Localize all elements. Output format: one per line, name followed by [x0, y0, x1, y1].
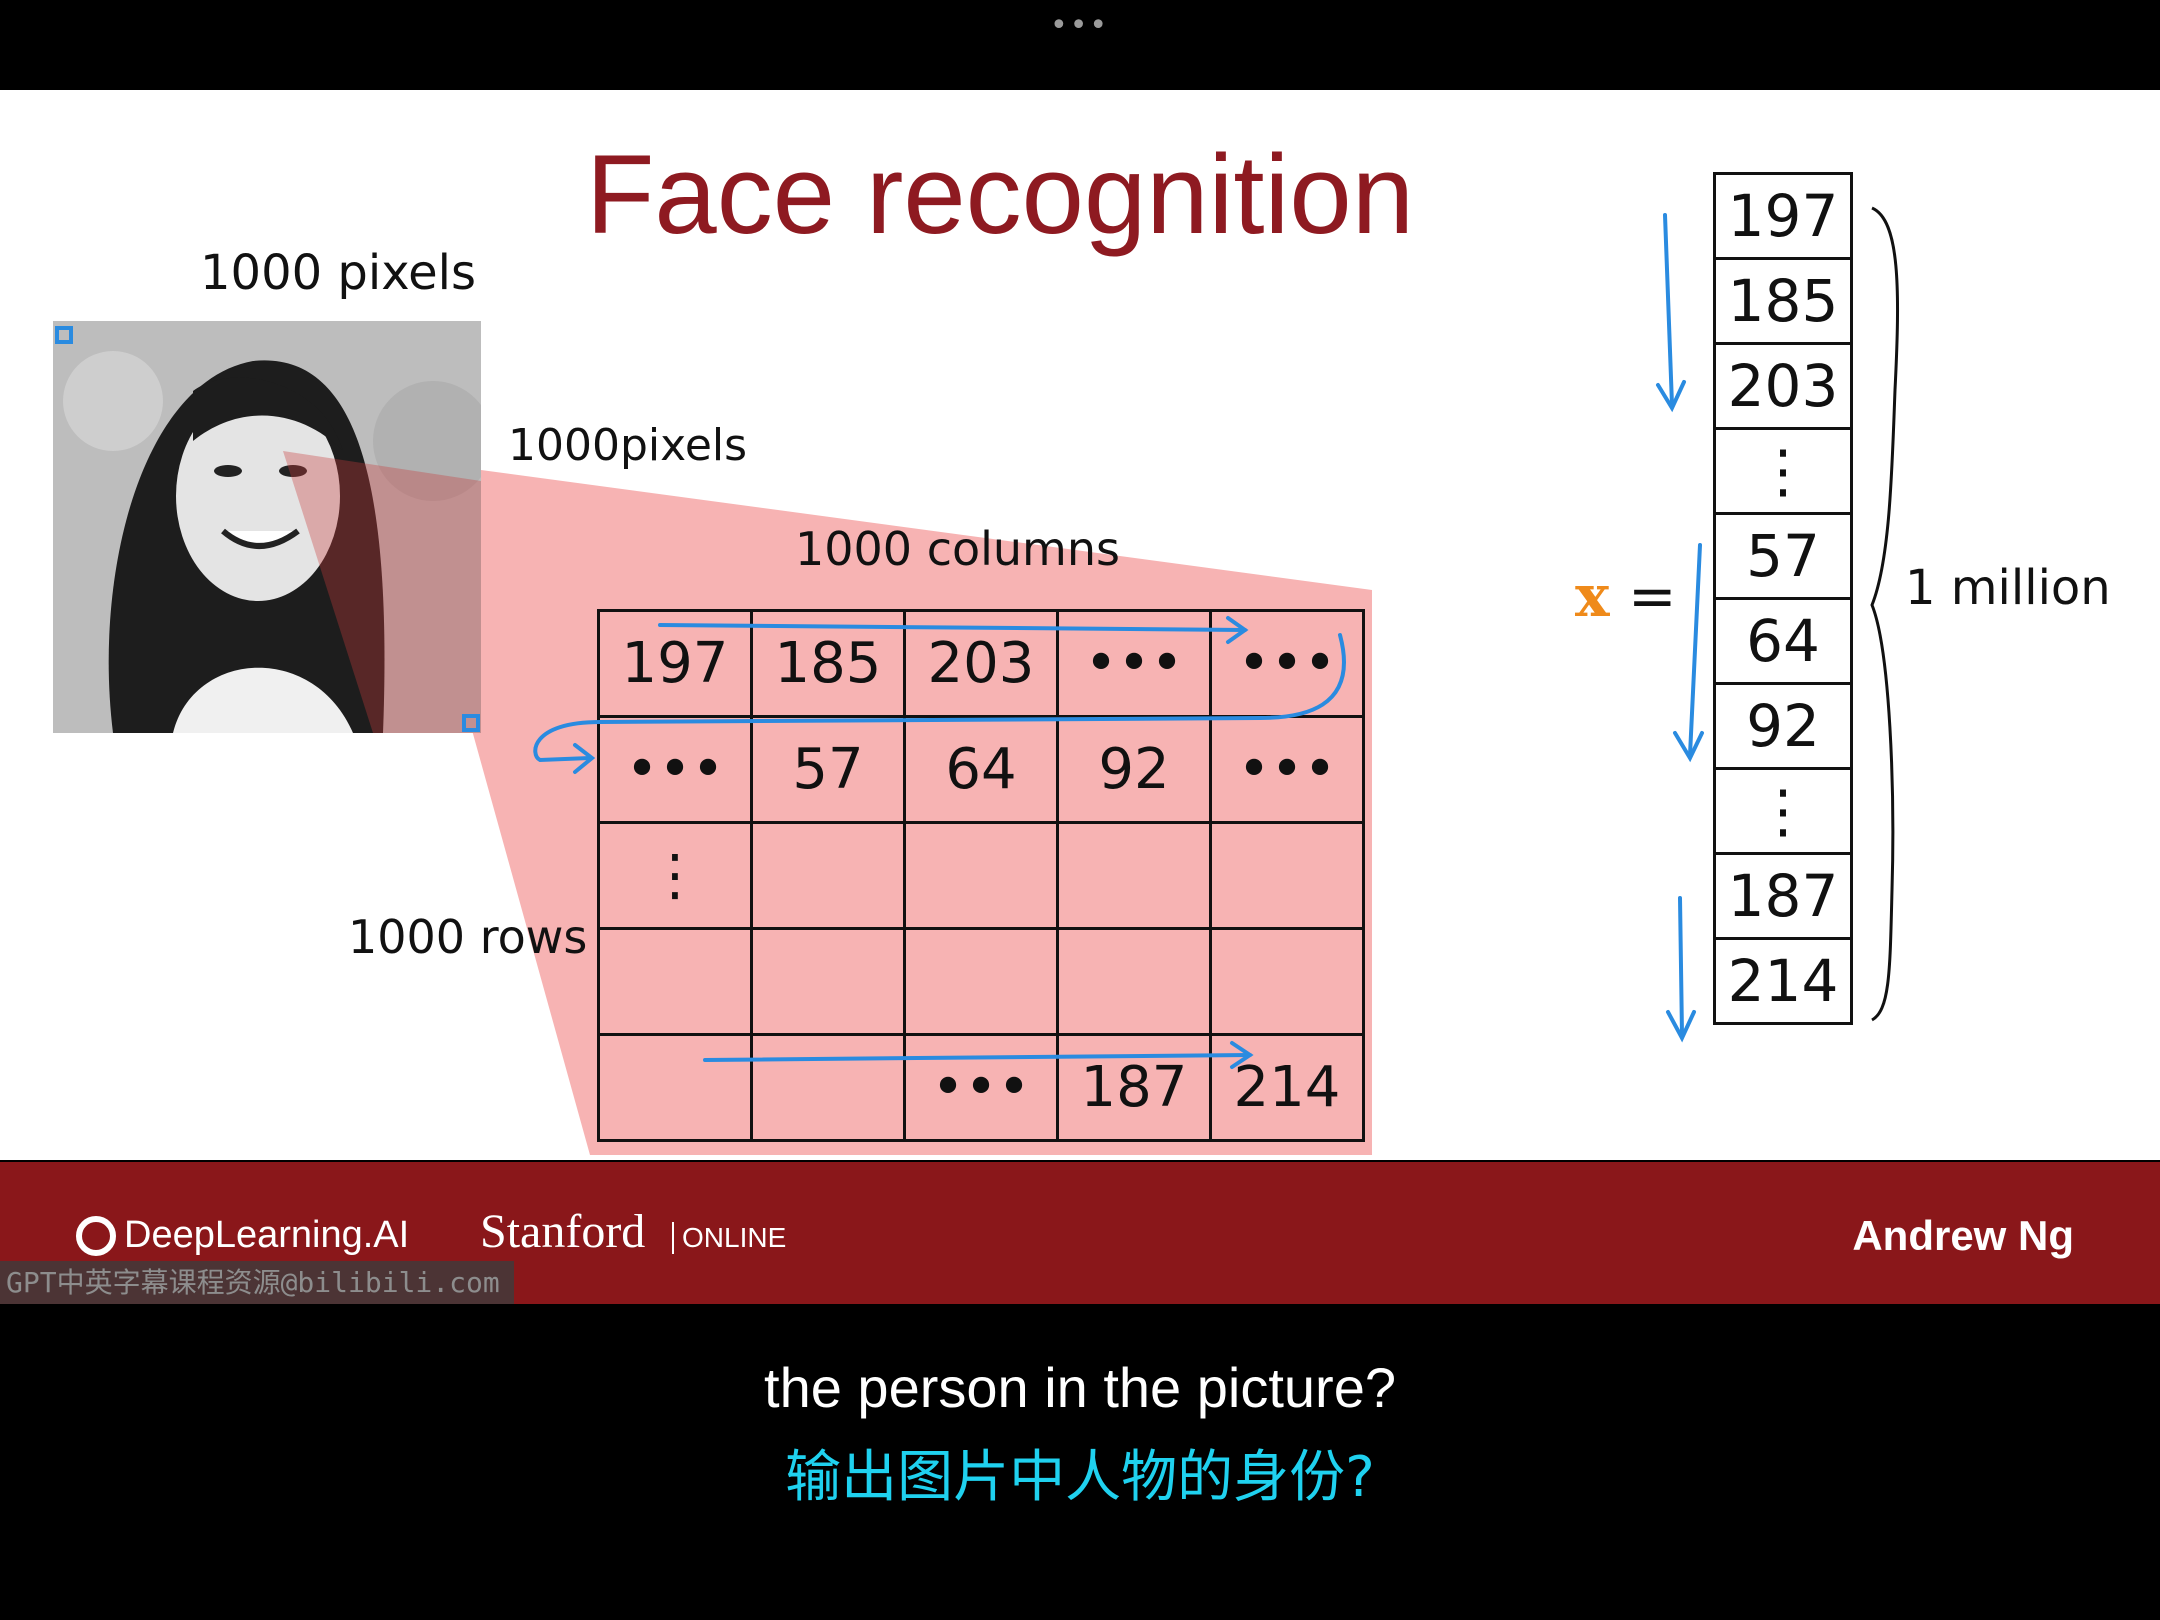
- table-row: ⋮: [1713, 767, 1853, 855]
- table-row: 197: [1713, 172, 1853, 260]
- vector-cell: 187: [1713, 852, 1853, 940]
- english-subtitle: the person in the picture?: [764, 1356, 1396, 1419]
- million-label: 1 million: [1905, 560, 2111, 616]
- feature-vector: 197 185 203 ⋮ 57 64 92 ⋮ 187 214: [1713, 172, 1853, 1025]
- deeplearning-ring-icon: [76, 1215, 116, 1256]
- table-row: 64: [1713, 597, 1853, 685]
- vector-cell: 197: [1713, 172, 1853, 260]
- table-row: ⋮: [1713, 427, 1853, 515]
- table-row: 185: [1713, 257, 1853, 345]
- deeplearning-logo: DeepLearning.AI: [76, 1214, 409, 1257]
- x-vector-label: x =: [1575, 562, 1677, 630]
- watermark: GPT中英字幕课程资源@bilibili.com: [0, 1261, 514, 1304]
- player-top-bar: •••: [0, 0, 2160, 90]
- table-row: 203: [1713, 342, 1853, 430]
- lecture-slide: Face recognition 1000 pixels 1000pixels …: [0, 90, 2160, 1160]
- vector-cell: 214: [1713, 937, 1853, 1025]
- vector-cell: 92: [1713, 682, 1853, 770]
- vector-cell: ⋮: [1713, 427, 1853, 515]
- table-row: 187: [1713, 852, 1853, 940]
- vector-cell: 203: [1713, 342, 1853, 430]
- vector-cell: 57: [1713, 512, 1853, 600]
- table-row: 214: [1713, 937, 1853, 1025]
- online-label: ONLINE: [672, 1222, 786, 1254]
- author-name: Andrew Ng: [1852, 1212, 2074, 1259]
- table-row: 57: [1713, 512, 1853, 600]
- vector-cell: 64: [1713, 597, 1853, 685]
- vector-cell: ⋮: [1713, 767, 1853, 855]
- course-footer: DeepLearning.AI Stanford ONLINE Andrew N…: [0, 1162, 2160, 1304]
- subtitles: the person in the picture? 输出图片中人物的身份?: [0, 1355, 2160, 1513]
- chinese-subtitle: 输出图片中人物的身份?: [785, 1445, 1375, 1510]
- more-options-icon[interactable]: •••: [1050, 8, 1109, 43]
- stanford-logo: Stanford: [480, 1205, 646, 1258]
- table-row: 92: [1713, 682, 1853, 770]
- vector-cell: 185: [1713, 257, 1853, 345]
